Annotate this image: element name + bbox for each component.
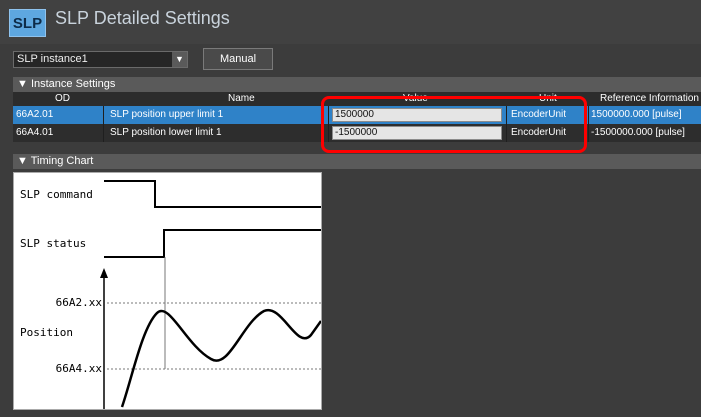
slp-logo-icon: SLP (9, 9, 46, 37)
instance-settings-header[interactable]: ▼ Instance Settings (13, 77, 701, 92)
highlight-annotation (321, 96, 587, 153)
col-reference[interactable]: Reference Information (600, 92, 699, 106)
row-reference: -1500000.000 [pulse] (588, 124, 701, 142)
position-label: Position (20, 326, 73, 339)
row-od: 66A2.01 (16, 109, 54, 120)
row-name: SLP position upper limit 1 (103, 106, 328, 124)
position-waveform (120, 308, 323, 408)
lower-limit-label: 66A4.xx (56, 362, 103, 375)
window-title: SLP Detailed Settings (55, 8, 230, 28)
instance-select-value: SLP instance1 (17, 53, 88, 65)
col-od[interactable]: OD (55, 92, 70, 106)
status-signal-line (104, 229, 321, 258)
timing-chart: SLP command SLP status 66A2.xx Position … (20, 180, 323, 409)
row-od: 66A4.01 (16, 127, 54, 138)
instance-select[interactable]: SLP instance1 ▼ (13, 51, 188, 68)
col-name[interactable]: Name (228, 92, 255, 106)
slp-status-label: SLP status (20, 237, 86, 250)
row-reference: 1500000.000 [pulse] (588, 106, 701, 124)
chevron-down-icon[interactable]: ▼ (172, 52, 187, 67)
upper-limit-label: 66A2.xx (56, 296, 103, 309)
axis-arrow-icon (100, 268, 108, 278)
timing-chart-panel: SLP command SLP status 66A2.xx Position … (13, 172, 323, 410)
empty-panel (324, 172, 701, 410)
title-bar: SLP SLP Detailed Settings (0, 0, 701, 44)
manual-button[interactable]: Manual (203, 48, 273, 70)
row-name: SLP position lower limit 1 (103, 124, 328, 142)
command-signal-line (104, 180, 321, 208)
slp-command-label: SLP command (20, 188, 93, 201)
timing-chart-header[interactable]: ▼ Timing Chart (13, 154, 701, 169)
